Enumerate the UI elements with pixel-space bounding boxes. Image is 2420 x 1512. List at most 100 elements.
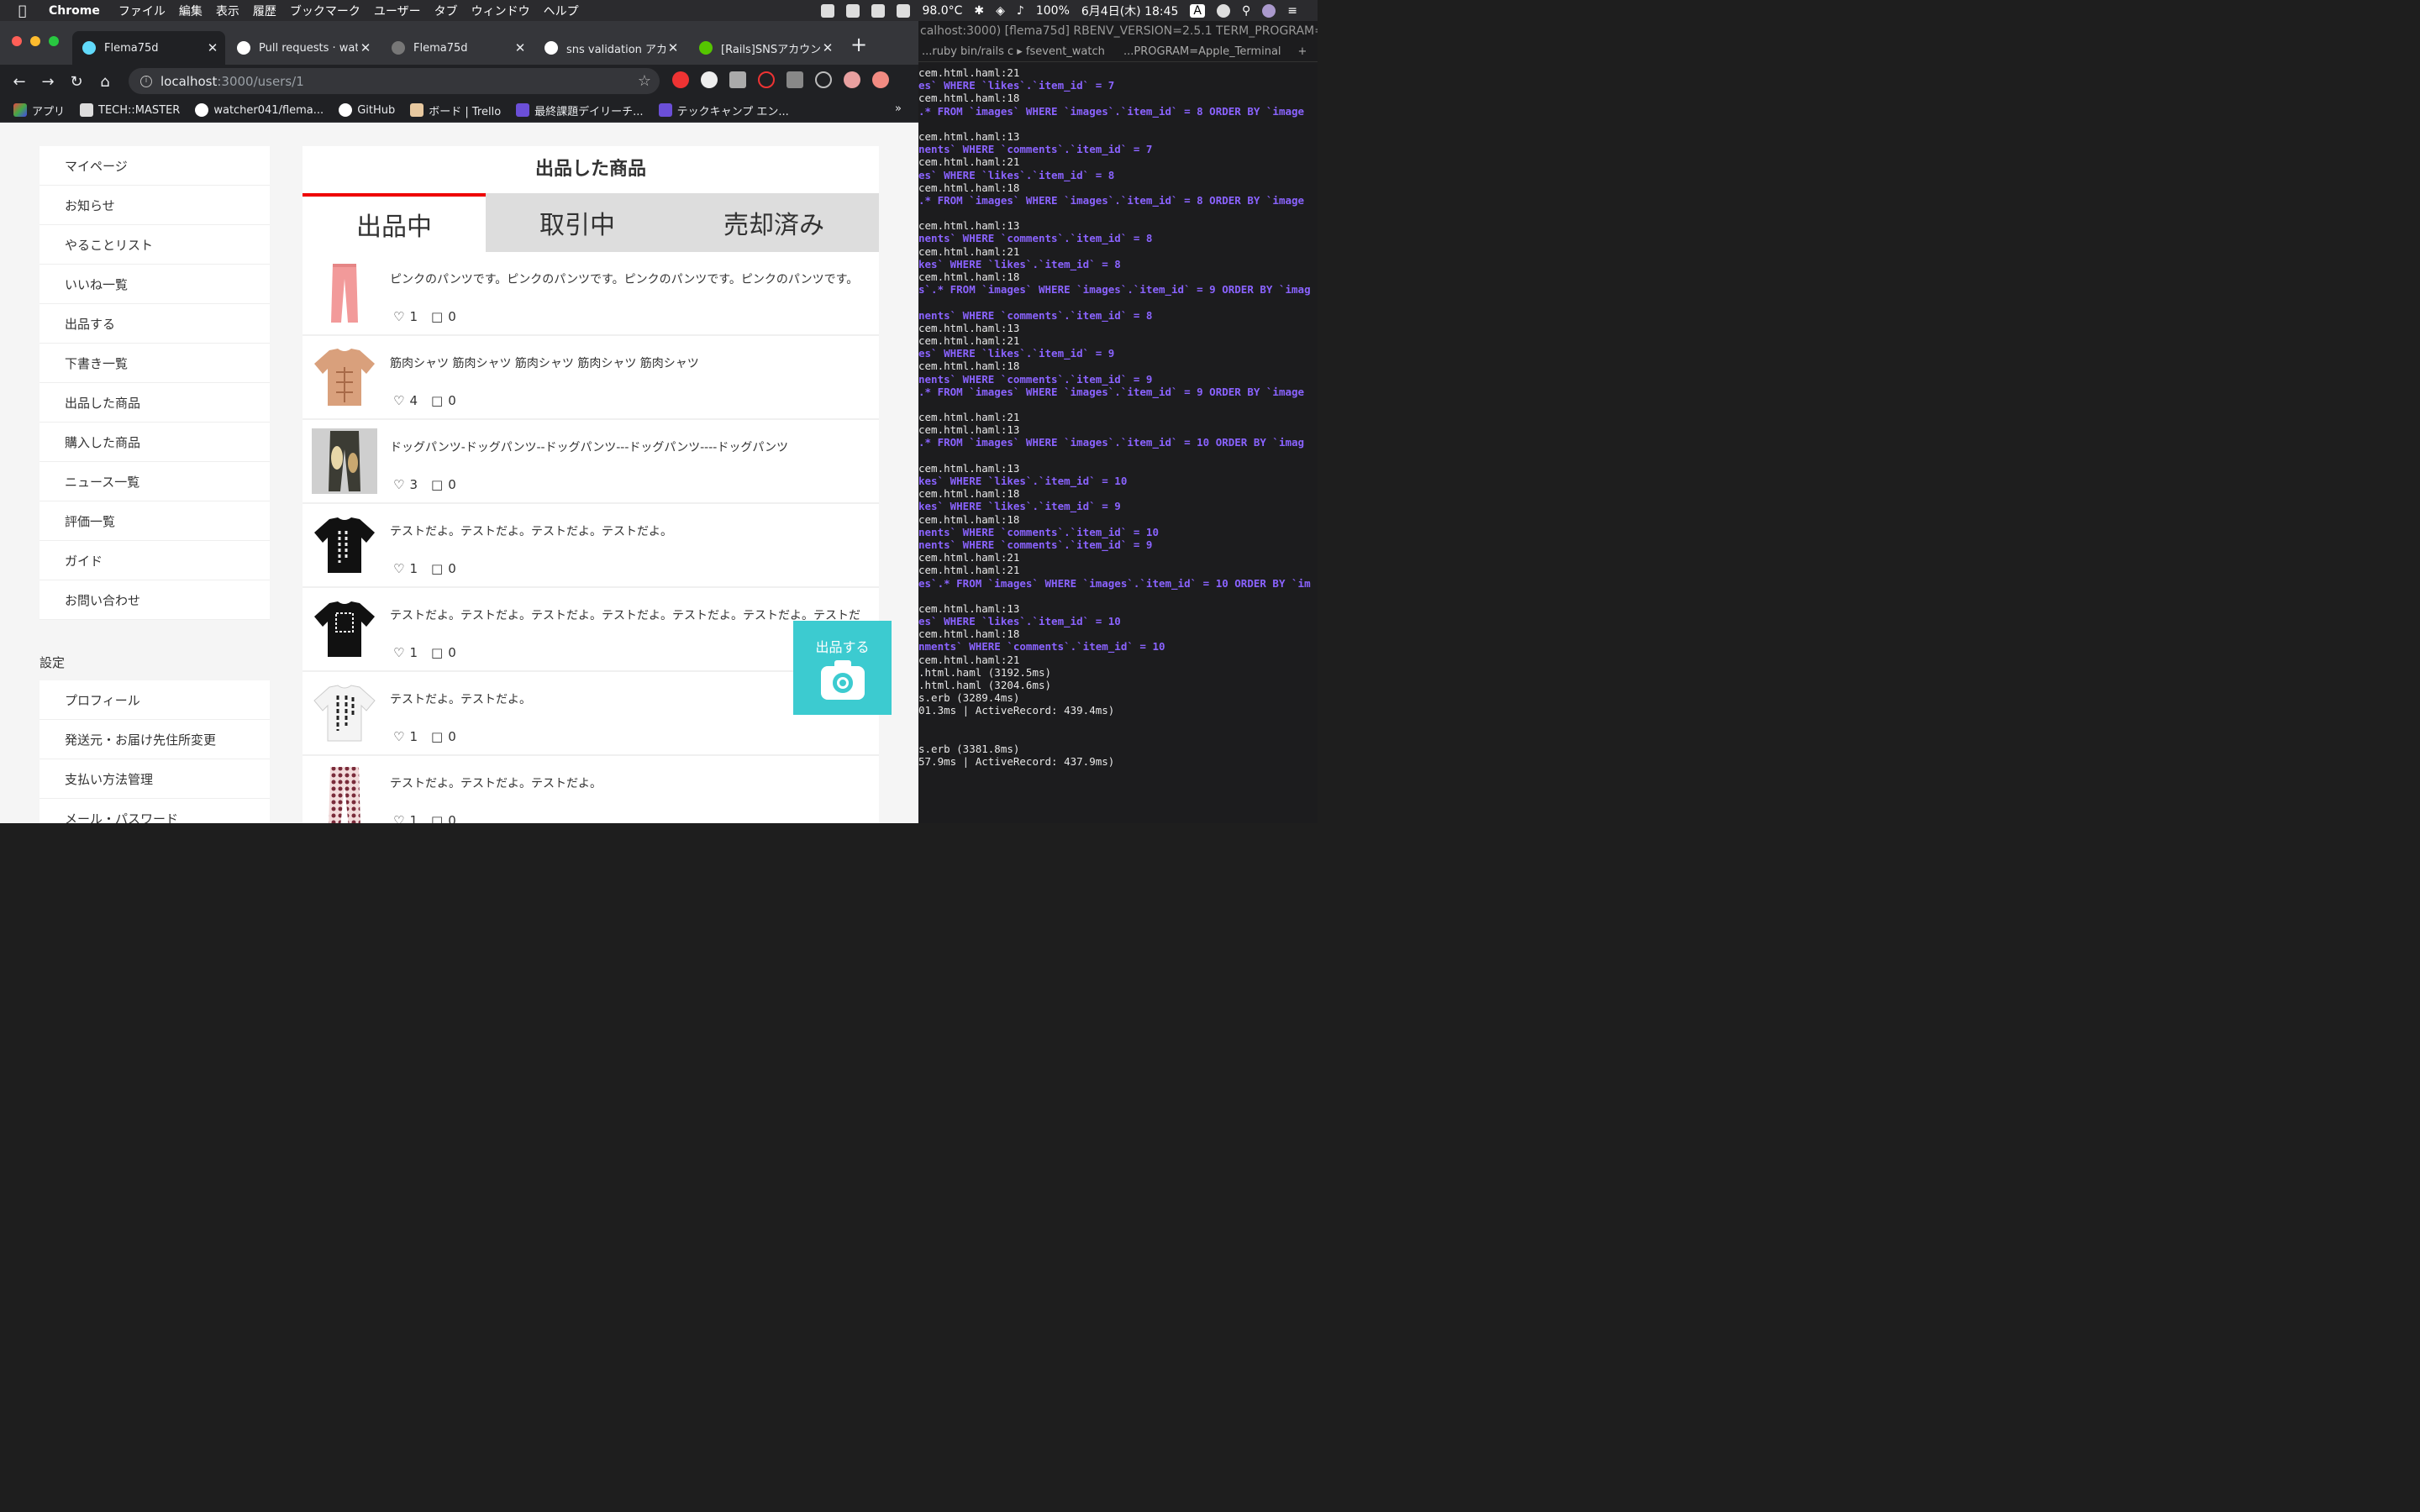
user-icon[interactable]	[1217, 3, 1230, 18]
sidebar-item-mypage[interactable]: マイページ	[39, 146, 270, 186]
terminal-new-tab-icon[interactable]: +	[1288, 41, 1313, 61]
list-item[interactable]: テストだよ。テストだよ。テストだよ。テストだよ。 ♡ 1 □ 0	[302, 504, 879, 588]
heart-icon[interactable]: ♡	[393, 813, 404, 823]
close-tab-icon[interactable]: ✕	[666, 40, 681, 55]
bookmark-apps[interactable]: アプリ	[13, 102, 65, 118]
sidebar-item-drafts[interactable]: 下書き一覧	[39, 344, 270, 383]
comment-icon[interactable]: □	[431, 729, 443, 744]
list-item[interactable]: 筋肉シャツ 筋肉シャツ 筋肉シャツ 筋肉シャツ 筋肉シャツ ♡ 4 □ 0	[302, 336, 879, 420]
menu-bookmarks[interactable]: ブックマーク	[290, 3, 360, 19]
cast-extension-icon[interactable]	[729, 71, 746, 88]
bookmarks-overflow[interactable]: »	[895, 102, 902, 115]
apple-icon[interactable]: 	[18, 3, 35, 18]
zoom-window-button[interactable]	[49, 36, 59, 46]
app-extension-icon[interactable]	[871, 3, 886, 18]
tab-on-sale[interactable]: 出品中	[302, 193, 486, 252]
comment-icon[interactable]: □	[431, 645, 443, 660]
bookmark-techcamp[interactable]: テックキャンプ エン...	[658, 102, 789, 118]
comment-icon[interactable]: □	[431, 393, 443, 408]
tab-rails-sns[interactable]: [Rails]SNSアカウン ✕	[689, 31, 840, 65]
sidebar-item-payment[interactable]: 支払い方法管理	[39, 759, 270, 799]
list-item[interactable]: ドッグパンツ-ドッグパンツ--ドッグパンツ---ドッグパンツ----ドッグパンツ…	[302, 420, 879, 504]
check-icon[interactable]	[897, 3, 911, 18]
heart-icon[interactable]: ♡	[393, 477, 404, 492]
comment-icon[interactable]: □	[431, 561, 443, 576]
siri-icon[interactable]	[1262, 3, 1276, 18]
sidebar-item-todo[interactable]: やることリスト	[39, 225, 270, 265]
block-extension-icon[interactable]	[758, 71, 775, 88]
tab-sns-validation[interactable]: sns validation アカ ✕	[534, 31, 686, 65]
spotlight-icon[interactable]: ⚲	[1242, 4, 1250, 18]
terminal-tab-shell[interactable]: ...PROGRAM=Apple_Terminal	[1120, 41, 1288, 61]
menu-view[interactable]: 表示	[216, 3, 239, 19]
close-tab-icon[interactable]: ✕	[205, 40, 220, 55]
tab-sold[interactable]: 売却済み	[669, 193, 879, 252]
minimize-window-button[interactable]	[30, 36, 40, 46]
sidebar-item-likes[interactable]: いいね一覧	[39, 265, 270, 304]
sidebar-item-listed[interactable]: 出品した商品	[39, 383, 270, 423]
menu-file[interactable]: ファイル	[118, 3, 166, 19]
profile-avatar[interactable]	[844, 71, 860, 88]
sidebar-item-news[interactable]: ニュース一覧	[39, 462, 270, 501]
temperature-readout[interactable]: 98.0°C	[922, 4, 962, 18]
comment-icon[interactable]: □	[431, 813, 443, 823]
bookmark-github[interactable]: GitHub	[339, 103, 395, 117]
sell-button[interactable]: 出品する	[793, 621, 892, 715]
bookmark-trello[interactable]: ボード | Trello	[410, 102, 501, 118]
adblock-extension-icon[interactable]	[672, 71, 689, 88]
update-icon[interactable]	[872, 71, 889, 88]
facetime-icon[interactable]	[821, 3, 835, 18]
menu-help[interactable]: ヘルプ	[544, 3, 579, 19]
sidebar-item-reviews[interactable]: 評価一覧	[39, 501, 270, 541]
datetime[interactable]: 6月4日(木) 18:45	[1081, 3, 1179, 19]
close-tab-icon[interactable]: ✕	[513, 40, 528, 55]
input-mode[interactable]: A	[1190, 3, 1205, 18]
tc-extension-icon[interactable]	[701, 71, 718, 88]
back-icon[interactable]: ←	[5, 73, 34, 91]
bookmark-watcher-repo[interactable]: watcher041/flema...	[195, 103, 324, 117]
docker-icon[interactable]	[846, 3, 860, 18]
battery-percent[interactable]: 100%	[1036, 4, 1070, 18]
reload-icon[interactable]: ↻	[62, 73, 91, 91]
wifi-icon[interactable]: ◈	[996, 4, 1005, 18]
terminal-tab-rails[interactable]: ...ruby bin/rails c ▸ fsevent_watch	[918, 41, 1120, 61]
address-bar[interactable]: i localhost:3000/users/1 ☆	[129, 68, 660, 94]
new-tab-button[interactable]: +	[850, 33, 867, 56]
menu-edit[interactable]: 編集	[179, 3, 203, 19]
menu-history[interactable]: 履歴	[253, 3, 276, 19]
bluetooth-icon[interactable]: ✱	[974, 4, 984, 18]
sidebar-item-notifications[interactable]: お知らせ	[39, 186, 270, 225]
sidebar-item-address[interactable]: 発送元・お届け先住所変更	[39, 720, 270, 759]
sidebar-item-guide[interactable]: ガイド	[39, 541, 270, 580]
tab-flema-active[interactable]: Flema75d ✕	[72, 31, 225, 65]
sidebar-item-profile[interactable]: プロフィール	[39, 680, 270, 720]
close-tab-icon[interactable]: ✕	[358, 40, 373, 55]
home-icon[interactable]: ⌂	[91, 73, 119, 91]
bookmark-tech-master[interactable]: TECH::MASTER	[80, 103, 180, 117]
react-devtools-icon[interactable]	[815, 71, 832, 88]
sidebar-item-email-password[interactable]: メール・パスワード	[39, 799, 270, 823]
terminal-output[interactable]: cem.html.haml:21 es` WHERE `likes`.`item_…	[918, 62, 1318, 768]
bookmark-daily-check[interactable]: 最終課題デイリーチ...	[516, 102, 644, 118]
menu-window[interactable]: ウィンドウ	[471, 3, 530, 19]
comment-icon[interactable]: □	[431, 477, 443, 492]
info-icon[interactable]: i	[140, 75, 152, 87]
tab-flema[interactable]: Flema75d ✕	[381, 31, 533, 65]
list-item[interactable]: ピンクのパンツです。ピンクのパンツです。ピンクのパンツです。ピンクのパンツです。…	[302, 252, 879, 336]
sidebar-item-sell[interactable]: 出品する	[39, 304, 270, 344]
bookmark-star-icon[interactable]: ☆	[638, 72, 651, 90]
menu-tab[interactable]: タブ	[434, 3, 458, 19]
grammar-extension-icon[interactable]	[786, 71, 803, 88]
heart-icon[interactable]: ♡	[393, 309, 404, 324]
list-item[interactable]: テストだよ。テストだよ。テストだよ。 ♡ 1 □ 0	[302, 756, 879, 823]
heart-icon[interactable]: ♡	[393, 645, 404, 660]
sidebar-item-contact[interactable]: お問い合わせ	[39, 580, 270, 620]
forward-icon[interactable]: →	[34, 73, 62, 91]
menu-user[interactable]: ユーザー	[374, 3, 421, 19]
heart-icon[interactable]: ♡	[393, 561, 404, 576]
volume-icon[interactable]: ♪	[1017, 4, 1024, 18]
close-tab-icon[interactable]: ✕	[820, 40, 835, 55]
heart-icon[interactable]: ♡	[393, 393, 404, 408]
tab-in-progress[interactable]: 取引中	[486, 193, 669, 252]
close-window-button[interactable]	[12, 36, 22, 46]
